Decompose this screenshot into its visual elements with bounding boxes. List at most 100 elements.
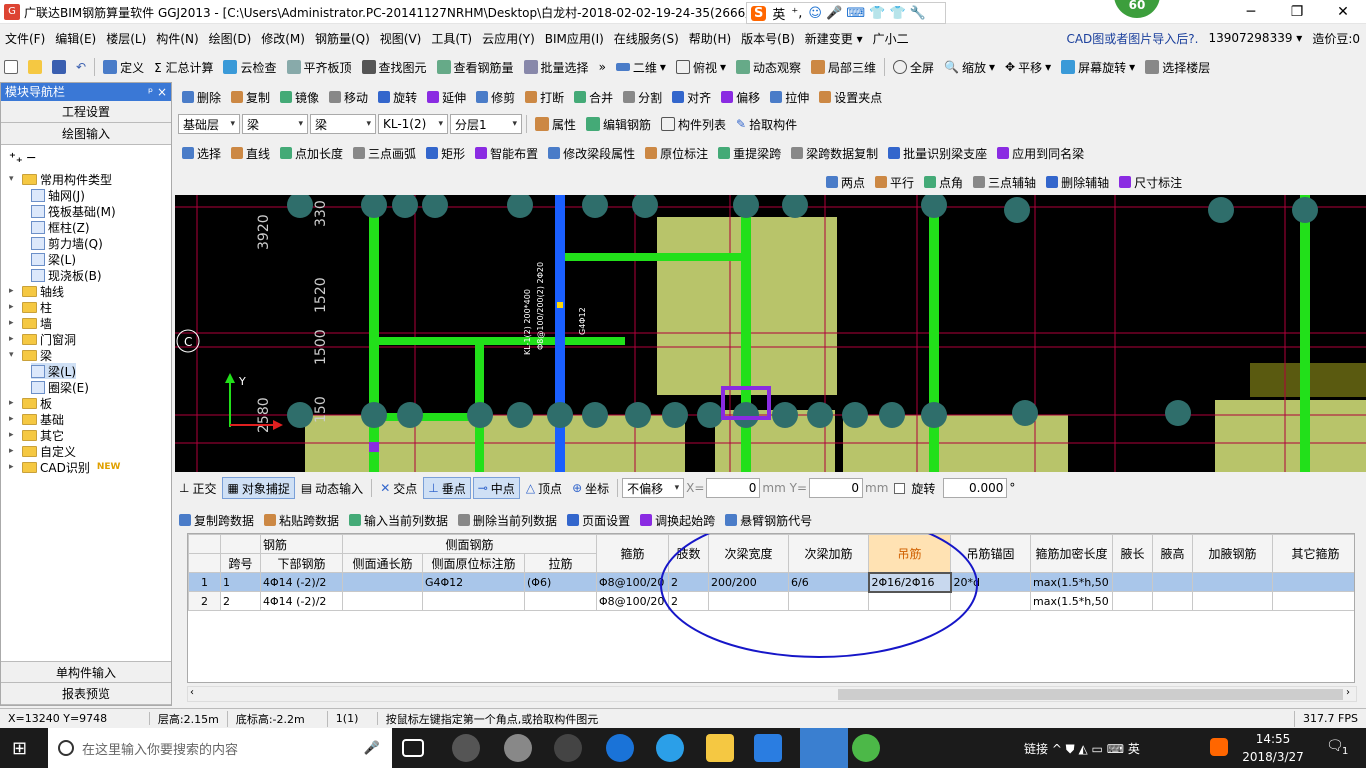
ortho-toggle[interactable]: ⊥ 正交 <box>175 477 220 499</box>
menu-help[interactable]: 帮助(H) <box>684 30 736 47</box>
tree-node[interactable]: 梁(L) <box>31 363 77 379</box>
tree-node[interactable]: ▸ 轴线 <box>9 283 64 299</box>
tree-toggle-icon[interactable]: ▾ <box>9 174 19 184</box>
menu-file[interactable]: 文件(F) <box>0 30 50 47</box>
header-densify-length[interactable]: 箍筋加密长度 <box>1030 534 1113 573</box>
file-explorer-icon[interactable] <box>706 734 734 762</box>
tree-toggle-icon[interactable]: ▸ <box>9 430 19 440</box>
zoom-dropdown[interactable]: 🔍 缩放 ▾ <box>940 56 999 78</box>
maximize-button[interactable]: ❐ <box>1274 0 1320 24</box>
header-span-no[interactable]: 跨号 <box>220 553 261 573</box>
active-app-glodon-icon[interactable] <box>800 728 848 768</box>
batch-select-button[interactable]: 批量选择 <box>520 56 593 78</box>
menu-cloud[interactable]: 云应用(Y) <box>477 30 540 47</box>
offset-select[interactable]: 不偏移 ▾ <box>622 478 685 498</box>
tree-node[interactable]: 剪力墙(Q) <box>31 235 103 251</box>
header-haunch-length[interactable]: 腋长 <box>1112 534 1153 573</box>
select-floor-button[interactable]: 选择楼层 <box>1141 56 1214 78</box>
column[interactable] <box>733 195 759 218</box>
glodon-g-icon[interactable] <box>754 734 782 762</box>
column[interactable] <box>287 402 313 428</box>
menu-online[interactable]: 在线服务(S) <box>609 30 684 47</box>
edit-button-9[interactable]: 分割 <box>619 86 666 108</box>
edit-button-5[interactable]: 延伸 <box>423 86 470 108</box>
scroll-right-icon[interactable]: › <box>1346 687 1350 698</box>
tree-node[interactable]: 轴网(J) <box>31 187 85 203</box>
save-button[interactable] <box>48 56 70 78</box>
aux-button-3[interactable]: 三点辅轴 <box>969 171 1040 193</box>
midpoint-snap-toggle[interactable]: ⊸ 中点 <box>472 477 520 499</box>
expand-collapse-icons[interactable]: ⁺₊ ─ <box>1 145 171 171</box>
column[interactable] <box>507 402 533 428</box>
aux-button-4[interactable]: 删除辅轴 <box>1042 171 1113 193</box>
beam-horizontal[interactable] <box>375 337 625 345</box>
table-cell[interactable]: 2 <box>220 591 261 611</box>
object-snap-toggle[interactable]: ▦ 对象捕捉 <box>222 477 295 499</box>
column[interactable] <box>1004 197 1030 223</box>
edit-button-7[interactable]: 打断 <box>521 86 568 108</box>
tree-toggle-icon[interactable]: ▸ <box>9 334 19 344</box>
grid-tool-button-2[interactable]: 输入当前列数据 <box>345 509 452 531</box>
ime-toolbar[interactable]: S 英 ⁺, ☺ 🎤 ⌨ 👕 👕 🔧 <box>746 2 946 24</box>
draw-button-10[interactable]: 批量识别梁支座 <box>884 142 991 164</box>
column[interactable] <box>397 402 423 428</box>
minimize-button[interactable]: ─ <box>1228 0 1274 24</box>
menu-edit[interactable]: 编辑(E) <box>50 30 101 47</box>
grip-point[interactable] <box>557 302 563 308</box>
tree-toggle-icon[interactable]: ▸ <box>9 446 19 456</box>
menu-new-change[interactable]: 新建变更 ▾ <box>800 30 868 47</box>
selected-beam-kl1[interactable] <box>555 195 565 472</box>
header-tie-bar[interactable]: 拉筋 <box>524 553 597 573</box>
taskbar-clock[interactable]: 14:55 2018/3/27 <box>1238 730 1308 766</box>
user-phone[interactable]: 13907298339 ▾ <box>1208 31 1302 45</box>
edit-button-6[interactable]: 修剪 <box>472 86 519 108</box>
table-cell[interactable] <box>1192 591 1273 611</box>
dynamic-view-button[interactable]: 动态观察 <box>732 56 805 78</box>
aux-button-0[interactable]: 两点 <box>822 171 869 193</box>
table-cell[interactable] <box>1272 572 1354 592</box>
table-cell[interactable]: max(1.5*h,50 <box>1030 591 1113 611</box>
calculate-button[interactable]: Σ 汇总计算 <box>150 56 217 78</box>
type2-select[interactable]: 梁 ▾ <box>310 114 376 134</box>
column[interactable] <box>467 402 493 428</box>
edit-button-13[interactable]: 设置夹点 <box>815 86 886 108</box>
pan-dropdown[interactable]: ✥ 平移 ▾ <box>1001 56 1055 78</box>
aux-button-1[interactable]: 平行 <box>871 171 918 193</box>
table-cell[interactable] <box>342 591 423 611</box>
tree-node[interactable]: ▸ 其它 <box>9 427 64 443</box>
edit-button-12[interactable]: 拉伸 <box>766 86 813 108</box>
draw-button-5[interactable]: 智能布置 <box>471 142 542 164</box>
tree-node[interactable]: 筏板基础(M) <box>31 203 116 219</box>
table-cell[interactable] <box>342 572 423 592</box>
slab-region[interactable] <box>1215 400 1366 472</box>
beam-vertical[interactable] <box>929 195 939 472</box>
sogou-tray-icon[interactable] <box>1210 738 1228 756</box>
column[interactable] <box>392 195 418 218</box>
table-cell[interactable]: 4Φ14 (-2)/2 <box>260 591 343 611</box>
new-file-button[interactable] <box>0 56 22 78</box>
screen-rotate-dropdown[interactable]: 屏幕旋转 ▾ <box>1057 56 1139 78</box>
draw-button-11[interactable]: 应用到同名梁 <box>993 142 1088 164</box>
column[interactable] <box>632 195 658 218</box>
table-cell[interactable]: G4Φ12 <box>422 572 525 592</box>
table-cell[interactable] <box>1112 572 1153 592</box>
column[interactable] <box>582 402 608 428</box>
table-cell[interactable]: 1 <box>220 572 261 592</box>
tree-node[interactable]: ▾ 梁 <box>9 347 52 363</box>
edit-button-11[interactable]: 偏移 <box>717 86 764 108</box>
tree-toggle-icon[interactable]: ▸ <box>9 302 19 312</box>
menu-component[interactable]: 构件(N) <box>151 30 203 47</box>
tree-node[interactable]: ▸ CAD识别 NEW <box>9 459 120 475</box>
span-data-grid[interactable]: 钢筋 侧面钢筋 箍筋 肢数 次梁宽度 次梁加筋 吊筋 吊筋锚固 箍筋加密长度 腋… <box>187 533 1355 683</box>
intersection-snap-toggle[interactable]: ✕ 交点 <box>376 477 421 499</box>
floor-select[interactable]: 基础层 ▾ <box>178 114 240 134</box>
grid-tool-button-3[interactable]: 删除当前列数据 <box>454 509 561 531</box>
properties-button[interactable]: 属性 <box>531 113 580 135</box>
column[interactable] <box>547 402 573 428</box>
header-side-original[interactable]: 侧面原位标注筋 <box>422 553 525 573</box>
column[interactable] <box>422 195 448 218</box>
menu-rebar[interactable]: 钢筋量(Q) <box>310 30 375 47</box>
column[interactable] <box>772 402 798 428</box>
column[interactable] <box>807 402 833 428</box>
tree-node[interactable]: ▸ 自定义 <box>9 443 76 459</box>
